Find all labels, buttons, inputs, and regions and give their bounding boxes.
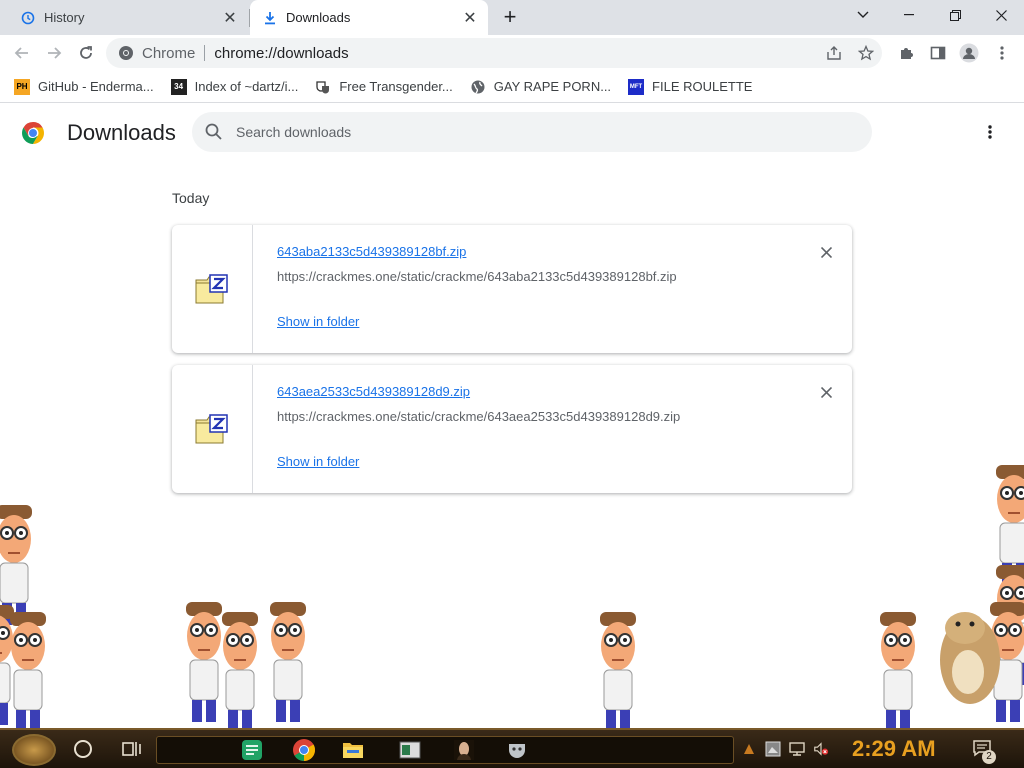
volume-muted-icon[interactable]: [813, 741, 829, 757]
file-icon-area: [172, 225, 253, 353]
globe-icon: [470, 79, 486, 95]
bookmark-label: Free Transgender...: [339, 79, 453, 94]
cartoon-man-sprite: [995, 564, 1024, 686]
profile-avatar-icon[interactable]: [957, 41, 981, 65]
windows-taskbar: 2:29 AM 2: [0, 728, 1024, 768]
download-icon: [262, 10, 278, 26]
tab-label: History: [44, 10, 85, 25]
share-icon[interactable]: [822, 41, 846, 65]
tray-image-icon[interactable]: [765, 741, 781, 757]
window-app-icon[interactable]: [398, 738, 422, 762]
show-in-folder-link[interactable]: Show in folder: [277, 454, 359, 469]
task-view-icon[interactable]: [122, 740, 142, 758]
reload-button[interactable]: [74, 41, 98, 65]
file-explorer-icon[interactable]: [341, 738, 365, 762]
search-input[interactable]: [236, 124, 796, 140]
bookmark-label: Index of ~dartz/i...: [194, 79, 299, 94]
file-icon-area: [172, 365, 253, 493]
search-icon: [205, 123, 222, 140]
close-icon[interactable]: [816, 242, 836, 262]
cartoon-man-sprite: [185, 601, 223, 723]
close-icon[interactable]: [816, 382, 836, 402]
mft-favicon: MFT: [628, 78, 645, 95]
chrome-icon[interactable]: [292, 738, 316, 762]
close-icon[interactable]: ✕: [220, 8, 240, 28]
zip-file-icon: [195, 414, 228, 444]
omnibox-scheme-label: Chrome: [142, 44, 196, 62]
more-actions-icon[interactable]: [978, 120, 1002, 144]
chrome-page-icon: [119, 46, 133, 60]
address-bar[interactable]: Chrome chrome://downloads: [106, 38, 882, 68]
cortana-search-icon[interactable]: [74, 740, 92, 758]
download-filename-link[interactable]: 643aba2133c5d439389128bf.zip: [277, 244, 466, 259]
forward-button[interactable]: [42, 41, 66, 65]
new-tab-button[interactable]: +: [498, 6, 522, 30]
cartoon-man-sprite: [0, 604, 15, 726]
bookmark-label: GAY RAPE PORN...: [493, 79, 612, 94]
theater-favicon: [315, 79, 331, 95]
bookmarks-bar: PH GitHub - Enderma... 34 Index of ~dart…: [0, 71, 1024, 103]
omnibox-separator: [204, 45, 206, 61]
side-panel-icon[interactable]: [926, 41, 950, 65]
index-favicon: 34: [170, 78, 187, 95]
network-icon[interactable]: [789, 741, 805, 757]
ph-favicon: PH: [14, 78, 30, 95]
cartoon-man-sprite: [0, 504, 33, 626]
zip-file-icon: [195, 274, 228, 304]
cartoon-man-sprite: [269, 601, 307, 723]
bookmark-free[interactable]: Free Transgender...: [315, 79, 453, 95]
tab-search-chevron-icon[interactable]: [840, 0, 886, 30]
cartoon-man-sprite: [879, 611, 917, 728]
chrome-logo-icon: [22, 122, 44, 144]
download-item: 643aea2533c5d439389128d9.zip https://cra…: [172, 365, 852, 493]
tab-downloads[interactable]: Downloads ✕: [250, 0, 488, 35]
download-filename-link[interactable]: 643aea2533c5d439389128d9.zip: [277, 384, 470, 399]
bookmark-file-roulette[interactable]: MFT FILE ROULETTE: [628, 78, 753, 95]
browser-toolbar: Chrome chrome://downloads: [0, 35, 1024, 71]
mask-app-icon[interactable]: [505, 738, 529, 762]
cartoon-man-sprite: [599, 611, 637, 728]
tab-strip: History ✕ Downloads ✕ +: [0, 0, 1024, 35]
search-downloads-box[interactable]: [192, 112, 872, 152]
hamster-sprite: [940, 612, 1000, 704]
bookmark-label: GitHub - Enderma...: [38, 79, 154, 94]
spreadsheet-app-icon[interactable]: [240, 738, 264, 762]
taskbar-clock[interactable]: 2:29 AM: [852, 736, 936, 762]
cartoon-man-sprite: [9, 611, 47, 728]
download-source-url: https://crackmes.one/static/crackme/643a…: [277, 269, 677, 284]
cartoon-man-sprite: [995, 464, 1024, 586]
notification-count-badge: 2: [982, 750, 996, 764]
page-title: Downloads: [67, 120, 176, 145]
back-button[interactable]: [10, 41, 34, 65]
bookmark-gay[interactable]: GAY RAPE PORN...: [470, 79, 611, 95]
history-icon: [20, 10, 36, 26]
bookmark-github[interactable]: PH GitHub - Enderma...: [14, 78, 154, 95]
bookmark-index[interactable]: 34 Index of ~dartz/i...: [170, 78, 299, 95]
downloads-header: Downloads: [0, 104, 1024, 160]
download-item: 643aba2133c5d439389128bf.zip https://cra…: [172, 225, 852, 353]
bookmark-star-icon[interactable]: [854, 41, 878, 65]
omnibox-url[interactable]: chrome://downloads: [214, 45, 348, 62]
extensions-icon[interactable]: [894, 41, 918, 65]
close-icon[interactable]: ✕: [460, 8, 480, 28]
cartoon-man-sprite: [221, 611, 259, 728]
chrome-menu-icon[interactable]: [990, 41, 1014, 65]
restore-button[interactable]: [932, 0, 978, 30]
tray-app-icon[interactable]: [741, 741, 757, 757]
tab-label: Downloads: [286, 10, 351, 25]
start-button[interactable]: [12, 734, 56, 766]
minimize-button[interactable]: [886, 0, 932, 30]
tab-history[interactable]: History ✕: [0, 0, 248, 35]
close-window-button[interactable]: [978, 0, 1024, 30]
show-in-folder-link[interactable]: Show in folder: [277, 314, 359, 329]
bookmark-label: FILE ROULETTE: [652, 79, 753, 94]
download-source-url: https://crackmes.one/static/crackme/643a…: [277, 409, 681, 424]
cartoon-man-sprite: [989, 601, 1024, 723]
date-section-heading: Today: [172, 190, 210, 206]
portrait-app-icon[interactable]: [452, 738, 476, 762]
